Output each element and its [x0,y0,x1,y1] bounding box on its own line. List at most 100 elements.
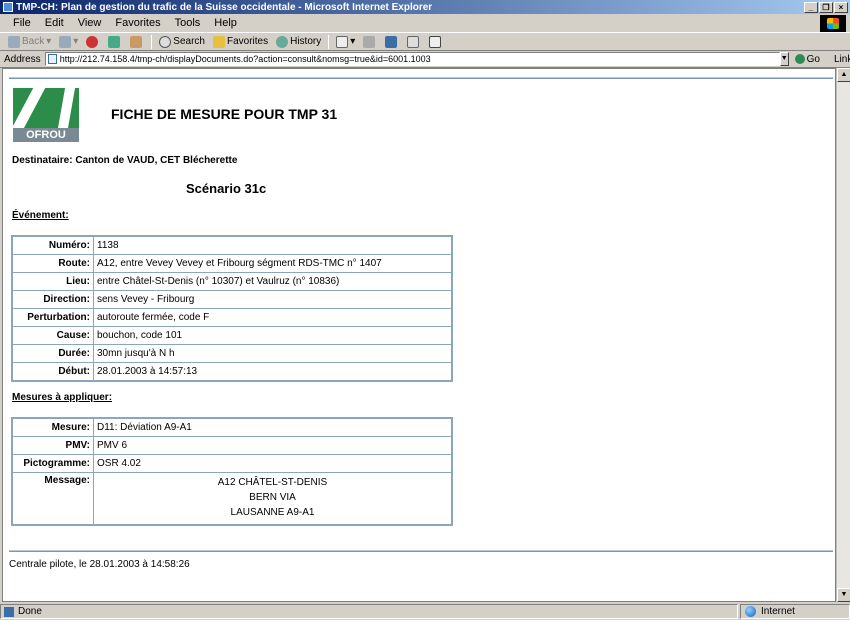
standard-toolbar: Back ▾ ▾ Search Favorites History ▾ [0,33,850,51]
row-label: Route: [12,254,94,273]
measures-heading: Mesures à appliquer: [12,392,113,403]
message-label: Message: [12,472,94,525]
vertical-scrollbar[interactable]: ▲ ▼ [836,68,850,602]
scroll-up-button[interactable]: ▲ [837,68,850,82]
ie-icon [3,2,13,12]
internet-globe-icon [745,606,756,617]
menu-favorites[interactable]: Favorites [108,17,167,29]
window-title: TMP-CH: Plan de gestion du trafic de la … [16,1,433,13]
address-input[interactable]: http://212.74.158.4/tmp-ch/displayDocume… [44,52,780,66]
back-button[interactable]: Back ▾ [4,35,55,48]
search-icon [159,35,172,48]
toolbar-separator [151,34,153,49]
menu-file[interactable]: File [6,17,38,29]
row-label: Cause: [12,326,94,345]
table-row: Numéro: 1138 [12,236,452,255]
scroll-down-button[interactable]: ▼ [837,588,850,602]
address-url: http://212.74.158.4/tmp-ch/displayDocume… [59,54,431,64]
recipient-line: Destinataire: Canton de VAUD, CET Bléche… [12,155,238,166]
refresh-button[interactable] [104,35,126,48]
page-viewport: OFROU FICHE DE MESURE POUR TMP 31 Destin… [2,68,836,602]
address-label: Address [4,53,41,65]
discuss-button[interactable] [403,35,425,48]
close-button[interactable]: × [834,1,848,13]
mail-icon [336,35,349,48]
favorites-button[interactable]: Favorites [209,35,272,48]
scenario-title: Scénario 31c [186,181,267,196]
history-button[interactable]: History [272,35,325,48]
menu-help[interactable]: Help [207,17,244,29]
table-row: Message: A12 CHÂTEL-ST-DENIS BERN VIA LA… [12,472,452,525]
messenger-icon [429,35,442,48]
refresh-icon [108,35,121,48]
messenger-button[interactable] [425,35,447,48]
maximize-button[interactable]: ❐ [819,1,833,13]
status-text: Done [18,606,42,617]
status-main: Done [0,604,738,619]
row-value: PMV 6 [93,436,452,455]
measures-table: Mesure: D11: Déviation A9-A1 PMV: PMV 6 Pict… [11,417,453,526]
stop-button[interactable] [82,35,104,48]
history-icon [276,35,289,48]
row-label: Début: [12,362,94,381]
row-value: 1138 [93,236,452,255]
search-button[interactable]: Search [155,35,209,48]
row-value: bouchon, code 101 [93,326,452,345]
row-value: entre Châtel-St-Denis (n° 10307) et Vaul… [93,272,452,291]
ofrou-logo: OFROU [13,88,79,142]
menu-tools[interactable]: Tools [168,17,208,29]
bottom-divider [9,550,833,552]
row-label: PMV: [12,436,94,455]
table-row: Lieu: entre Châtel-St-Denis (n° 10307) et… [12,272,452,291]
edit-icon [385,35,398,48]
links-button[interactable]: Links [834,54,850,65]
discuss-icon [407,35,420,48]
page-title: FICHE DE MESURE POUR TMP 31 [111,106,338,122]
row-label: Mesure: [12,418,94,437]
mail-button[interactable]: ▾ [332,35,359,48]
message-value: A12 CHÂTEL-ST-DENIS BERN VIA LAUSANNE A9… [93,472,452,525]
home-icon [130,35,143,48]
message-line: A12 CHÂTEL-ST-DENIS [217,477,328,488]
row-label: Numéro: [12,236,94,255]
table-row: Mesure: D11: Déviation A9-A1 [12,418,452,437]
menu-edit[interactable]: Edit [38,17,71,29]
window-titlebar: TMP-CH: Plan de gestion du trafic de la … [0,0,850,14]
security-zone: Internet [740,604,850,619]
row-label: Pictogramme: [12,454,94,473]
toolbar-separator [328,34,330,49]
event-table: Numéro: 1138 Route: A12, entre Vevey Vevey … [11,235,453,382]
row-value: A12, entre Vevey Vevey et Fribourg ségme… [93,254,452,273]
forward-arrow-icon [59,35,72,48]
table-row: Direction: sens Vevey - Fribourg [12,290,452,309]
address-bar: Address http://212.74.158.4/tmp-ch/displ… [0,51,850,68]
page-done-icon [4,606,14,617]
table-row: PMV: PMV 6 [12,436,452,455]
menu-view[interactable]: View [71,17,109,29]
favorites-folder-icon [212,35,225,48]
home-button[interactable] [126,35,148,48]
table-row: Cause: bouchon, code 101 [12,326,452,345]
print-button[interactable] [359,35,381,48]
row-value: 30mn jusqu'à N h [93,344,452,363]
address-dropdown-button[interactable]: ▼ [779,52,789,66]
menu-bar: File Edit View Favorites Tools Help [0,14,850,33]
stop-icon [86,35,99,48]
footer-text: Centrale pilote, le 28.01.2003 à 14:58:2… [9,559,190,570]
row-value: D11: Déviation A9-A1 [93,418,452,437]
go-button[interactable]: Go [794,54,820,65]
edit-button[interactable] [381,35,403,48]
row-label: Lieu: [12,272,94,291]
event-heading: Événement: [12,210,69,221]
status-bar: Done Internet [0,603,850,620]
row-label: Perturbation: [12,308,94,327]
windows-logo-icon [820,15,846,32]
top-divider [9,77,833,79]
row-label: Direction: [12,290,94,309]
go-arrow-icon [794,54,805,64]
message-line: LAUSANNE A9-A1 [230,507,315,518]
message-line: BERN VIA [249,492,296,503]
minimize-button[interactable]: _ [804,1,818,13]
forward-button[interactable]: ▾ [55,35,82,48]
table-row: Début: 28.01.2003 à 14:57:13 [12,362,452,381]
